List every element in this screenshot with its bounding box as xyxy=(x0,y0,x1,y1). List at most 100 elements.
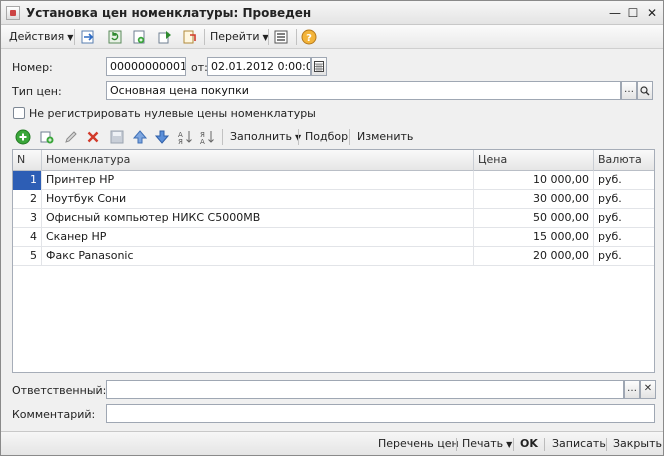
row-item-name: Ноутбук Сони xyxy=(42,190,474,209)
row-number: 1 xyxy=(13,171,42,190)
row-currency: руб. xyxy=(598,211,622,224)
sort-descending-icon[interactable]: ЯА xyxy=(199,129,215,145)
price-list-button[interactable]: Перечень цен xyxy=(378,437,459,450)
number-label: Номер: xyxy=(12,61,53,74)
column-header-item[interactable]: Номенклатура xyxy=(42,150,474,171)
fill-menu-label: Заполнить xyxy=(230,130,292,143)
date-field[interactable]: 02.01.2012 0:00:00 xyxy=(207,57,311,76)
column-header-currency[interactable]: Валюта xyxy=(594,150,654,171)
document-icon xyxy=(6,6,20,20)
row-price: 50 000,00 xyxy=(474,209,594,228)
move-down-icon[interactable] xyxy=(154,129,170,145)
post-and-close-icon[interactable] xyxy=(80,29,96,45)
chevron-down-icon: ▼ xyxy=(506,440,513,449)
statusbar-separator xyxy=(456,438,457,451)
price-type-label: Тип цен: xyxy=(12,85,62,98)
ellipsis-icon: … xyxy=(624,84,634,95)
toolbar-separator xyxy=(268,29,269,45)
svg-text:?: ? xyxy=(306,33,312,44)
ok-button[interactable]: OK xyxy=(520,437,538,450)
print-menu[interactable]: Печать ▼ xyxy=(462,437,512,450)
toolbar-separator xyxy=(298,129,299,145)
help-icon[interactable]: ? xyxy=(301,29,317,45)
edit-row-icon[interactable] xyxy=(63,129,79,145)
toolbar-separator xyxy=(74,29,75,45)
row-currency: руб. xyxy=(598,230,622,243)
structure-icon[interactable] xyxy=(181,29,197,45)
goto-menu[interactable]: Перейти ▼ xyxy=(208,28,271,46)
change-button[interactable]: Изменить xyxy=(355,128,415,146)
save-button[interactable]: Записать xyxy=(552,437,606,450)
responsible-select-button[interactable]: … xyxy=(624,380,640,399)
close-button[interactable]: Закрыть xyxy=(613,437,662,450)
window-title: Установка цен номенклатуры: Проведен xyxy=(26,6,312,20)
calendar-button[interactable] xyxy=(311,57,327,76)
row-number: 3 xyxy=(13,209,42,228)
sort-ascending-icon[interactable]: АЯ xyxy=(177,129,193,145)
end-edit-icon[interactable] xyxy=(109,129,125,145)
title-bar: Установка цен номенклатуры: Проведен — ☐… xyxy=(1,1,663,25)
row-currency: руб. xyxy=(598,192,622,205)
document-window: Установка цен номенклатуры: Проведен — ☐… xyxy=(0,0,664,456)
row-currency: руб. xyxy=(598,249,622,262)
toolbar-separator xyxy=(296,29,297,45)
toolbar-separator xyxy=(349,129,350,145)
close-window-button[interactable]: ✕ xyxy=(644,5,660,21)
repost-icon[interactable] xyxy=(107,29,123,45)
row-currency: руб. xyxy=(598,173,622,186)
chevron-down-icon: ▼ xyxy=(67,33,74,42)
table-row[interactable]: 4 Сканер HP 15 000,00 руб. xyxy=(13,228,654,247)
row-item-name: Сканер HP xyxy=(42,228,474,247)
statusbar-separator xyxy=(544,438,545,451)
price-type-field[interactable]: Основная цена покупки xyxy=(106,81,621,100)
statusbar-separator xyxy=(513,438,514,451)
row-item-name: Факс Panasonic xyxy=(42,247,474,266)
table-row[interactable]: 5 Факс Panasonic 20 000,00 руб. xyxy=(13,247,654,266)
actions-menu[interactable]: Действия ▼ xyxy=(7,28,75,46)
responsible-clear-button[interactable]: ✕ xyxy=(640,380,656,399)
skip-zero-prices-checkbox[interactable] xyxy=(13,107,25,119)
table-row[interactable]: 1 Принтер HP 10 000,00 руб. xyxy=(13,171,654,190)
comment-field[interactable] xyxy=(106,404,655,423)
row-price: 15 000,00 xyxy=(474,228,594,247)
create-based-on-icon[interactable] xyxy=(157,29,173,45)
price-type-select-button[interactable]: … xyxy=(621,81,637,100)
toolbar-separator xyxy=(204,29,205,45)
row-item-name: Принтер HP xyxy=(42,171,474,190)
actions-menu-label: Действия xyxy=(9,30,65,43)
add-row-icon[interactable] xyxy=(15,129,31,145)
unpost-icon[interactable] xyxy=(131,29,147,45)
list-icon[interactable] xyxy=(273,29,289,45)
print-menu-label: Печать xyxy=(462,437,504,450)
table-toolbar: АЯ ЯА Заполнить▼ Подбор Изменить xyxy=(11,126,655,148)
minimize-button[interactable]: — xyxy=(607,5,623,21)
table-row[interactable]: 3 Офисный компьютер НИКС С5000МВ 50 000,… xyxy=(13,209,654,228)
toolbar-separator xyxy=(222,129,223,145)
price-type-open-button[interactable] xyxy=(637,81,653,100)
table-row[interactable]: 2 Ноутбук Сони 30 000,00 руб. xyxy=(13,190,654,209)
fill-menu[interactable]: Заполнить▼ xyxy=(228,128,303,146)
calendar-icon xyxy=(314,61,324,72)
row-number: 4 xyxy=(13,228,42,247)
date-from-label: от: xyxy=(191,61,208,74)
delete-row-icon[interactable] xyxy=(85,129,101,145)
items-table[interactable]: N Номенклатура Цена Валюта 1 Принтер HP … xyxy=(12,149,655,373)
maximize-button[interactable]: ☐ xyxy=(625,5,641,21)
svg-text:А: А xyxy=(200,138,205,145)
row-number: 2 xyxy=(13,190,42,209)
search-icon xyxy=(640,86,650,96)
number-field[interactable]: 00000000001 xyxy=(106,57,186,76)
row-price: 10 000,00 xyxy=(474,171,594,190)
select-button[interactable]: Подбор xyxy=(303,128,350,146)
column-header-price[interactable]: Цена xyxy=(474,150,594,171)
row-number: 5 xyxy=(13,247,42,266)
row-price: 20 000,00 xyxy=(474,247,594,266)
row-price: 30 000,00 xyxy=(474,190,594,209)
move-up-icon[interactable] xyxy=(132,129,148,145)
statusbar-separator xyxy=(606,438,607,451)
responsible-field[interactable] xyxy=(106,380,624,399)
copy-row-icon[interactable] xyxy=(39,129,55,145)
table-header: N Номенклатура Цена Валюта xyxy=(13,150,654,171)
column-header-n[interactable]: N xyxy=(13,150,42,171)
skip-zero-prices-label: Не регистрировать нулевые цены номенклат… xyxy=(29,107,316,120)
